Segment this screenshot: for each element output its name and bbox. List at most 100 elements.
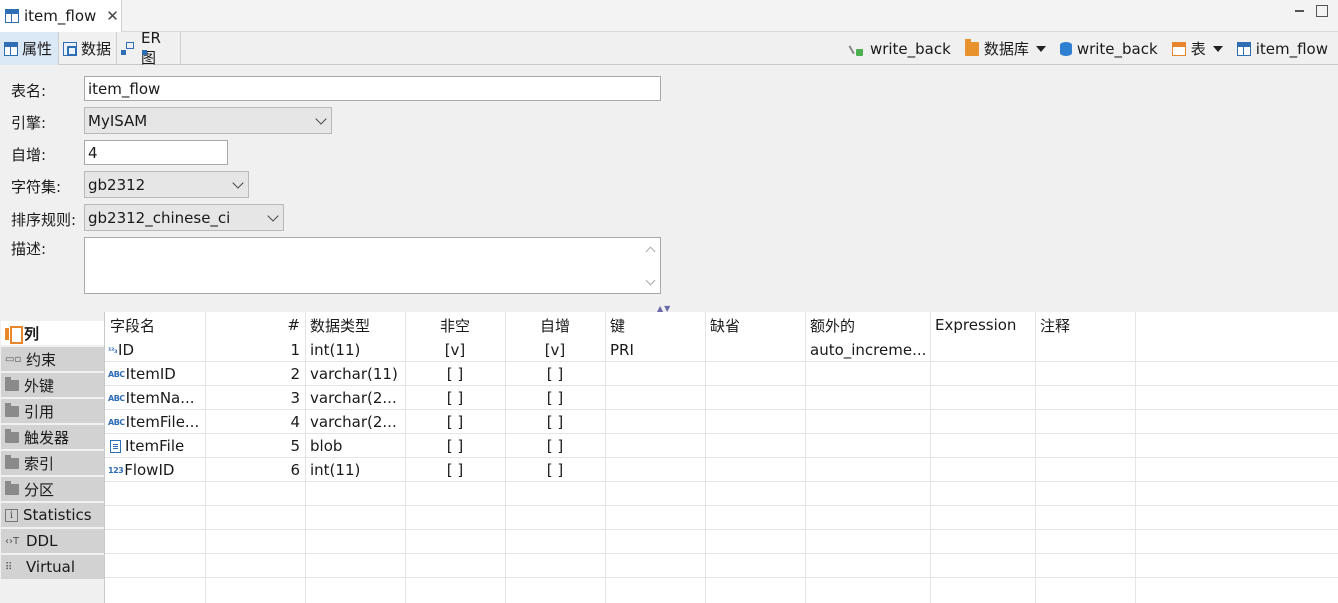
tab-statistics[interactable]: i Statistics [1,503,104,528]
cell-name-text: ItemFile... [125,413,200,431]
column-header-key[interactable]: 键 [605,312,705,338]
column-header-comment[interactable]: 注释 [1035,312,1135,338]
breadcrumb-databases[interactable]: 数据库 [964,38,1046,59]
breadcrumb-tables[interactable]: 表 [1171,38,1223,59]
er-diagram-icon [121,41,147,56]
cell-name[interactable]: ABC ItemFile... [105,410,205,434]
column-header-default[interactable]: 缺省 [705,312,805,338]
connection-icon [849,42,865,56]
numeric-type-icon: ¹²₃ [108,345,118,355]
chevron-down-icon [315,113,327,125]
column-header-position[interactable]: # [205,312,305,338]
tab-indexes[interactable]: 索引 [1,451,104,476]
dropdown-arrow-icon[interactable] [1035,45,1046,52]
maximize-icon[interactable] [1316,5,1328,17]
scroll-down-icon[interactable] [645,275,656,286]
editor-tab-item-flow[interactable]: item_flow ✕ [0,0,122,32]
cell-name[interactable]: ¹²₃ ID [105,338,205,362]
cell-notnull[interactable]: [ ] [405,410,505,434]
autoinc-input[interactable]: 4 [84,140,228,165]
cell-position: 2 [290,365,300,383]
tab-foreign-keys-label: 外键 [24,376,55,395]
cell-name[interactable]: ABC ItemID [105,362,205,386]
cell-autoinc[interactable]: [ ] [505,410,605,434]
minimize-icon[interactable] [1294,5,1306,17]
cell-autoinc[interactable]: [ ] [505,362,605,386]
tab-ddl[interactable]: ‹›T DDL [1,529,104,554]
cell-name[interactable]: ItemFile [105,434,205,458]
description-textarea[interactable] [84,237,661,294]
numeric-type-icon: 123 [108,465,124,475]
column-header-extra[interactable]: 额外的 [805,312,930,338]
ddl-icon: ‹›T [5,535,20,547]
cell-position: 4 [290,413,300,431]
autoinc-label: 自增: [11,146,47,164]
cell-autoinc[interactable]: [v] [505,338,605,362]
tab-columns-label: 列 [24,324,40,343]
tab-properties[interactable]: 属性 [0,32,59,65]
tab-references[interactable]: 引用 [1,399,104,424]
breadcrumb-connection[interactable]: write_back [849,40,951,58]
cell-datatype[interactable]: blob [305,434,405,458]
cell-name[interactable]: 123 FlowID [105,458,205,482]
tab-triggers-label: 触发器 [24,428,70,447]
breadcrumb-table[interactable]: item_flow [1236,39,1328,58]
tab-constraints-label: 约束 [26,350,57,369]
collation-select[interactable]: gb2312_chinese_ci [84,204,284,231]
tab-triggers[interactable]: 触发器 [1,425,104,450]
engine-label: 引擎: [11,114,47,132]
cell-position: 5 [290,437,300,455]
tab-constraints[interactable]: ▭▫ 约束 [1,347,104,372]
charset-label: 字符集: [11,178,62,196]
charset-select[interactable]: gb2312 [84,171,249,198]
cell-extra[interactable]: auto_increme... [805,338,930,362]
scroll-up-icon[interactable] [645,246,656,257]
breadcrumb-tables-label: 表 [1190,40,1206,58]
tab-er-diagram[interactable]: ER 图 [117,29,181,67]
cell-datatype[interactable]: int(11) [305,458,405,482]
editor-tab-title: item_flow [24,7,97,25]
blob-type-icon [110,439,121,453]
columns-icon [5,326,23,344]
cell-notnull[interactable]: [ ] [405,386,505,410]
column-header-datatype[interactable]: 数据类型 [305,312,405,338]
cell-name[interactable]: ABC ItemNa... [105,386,205,410]
cell-notnull[interactable]: [ ] [405,362,505,386]
column-header-expression[interactable]: Expression [930,312,1035,338]
cell-notnull[interactable]: [v] [405,338,505,362]
column-header-autoinc[interactable]: 自增 [505,312,605,338]
cell-notnull[interactable]: [ ] [405,434,505,458]
tab-virtual[interactable]: ⠿ Virtual [1,555,104,580]
cell-autoinc[interactable]: [ ] [505,386,605,410]
collation-value: gb2312_chinese_ci [88,208,231,227]
chevron-down-icon [232,177,244,189]
close-icon[interactable]: ✕ [106,7,119,25]
cell-datatype[interactable]: int(11) [305,338,405,362]
folder-icon [5,480,19,495]
tab-data[interactable]: 数据 [59,32,117,65]
cell-autoinc[interactable]: [ ] [505,434,605,458]
columns-grid: 字段名 # 数据类型 非空 自增 键 缺省 额外的 Expression 注释 … [105,312,1338,603]
column-header-name[interactable]: 字段名 [105,312,205,338]
column-header-notnull[interactable]: 非空 [405,312,505,338]
dropdown-arrow-icon[interactable] [1212,45,1223,52]
cell-notnull[interactable]: [ ] [405,458,505,482]
cell-datatype[interactable]: varchar(11) [305,362,405,386]
string-type-icon: ABC [108,369,125,379]
cell-position: 3 [290,389,300,407]
cell-name-text: ItemID [125,365,176,383]
breadcrumb-table-label: item_flow [1255,39,1328,58]
table-name-input[interactable]: item_flow [84,76,661,101]
cell-datatype[interactable]: varchar(2... [305,410,405,434]
data-grid-icon [63,41,77,56]
tab-foreign-keys[interactable]: 外键 [1,373,104,398]
tab-partitions[interactable]: 分区 [1,477,104,502]
cell-key[interactable]: PRI [605,338,705,362]
tab-columns[interactable]: 列 [1,321,104,346]
cell-datatype[interactable]: varchar(2... [305,386,405,410]
breadcrumb-database[interactable]: write_back [1059,40,1158,58]
cell-autoinc[interactable]: [ ] [505,458,605,482]
table-name-label: 表名: [11,82,47,100]
engine-select[interactable]: MyISAM [84,107,332,134]
collation-label: 排序规则: [11,211,77,229]
